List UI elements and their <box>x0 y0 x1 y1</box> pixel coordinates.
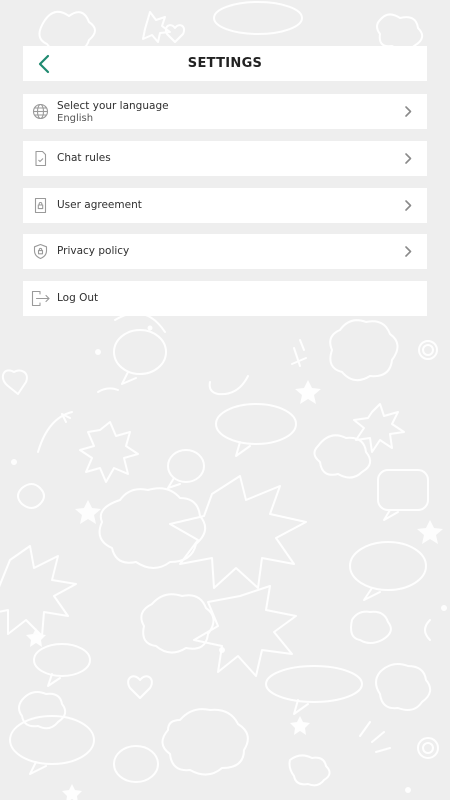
chevron-right-icon <box>405 106 412 117</box>
user-agreement-label: User agreement <box>57 199 142 211</box>
chevron-left-icon <box>38 54 50 73</box>
language-setting-value: English <box>57 113 94 124</box>
document-check-icon <box>32 150 49 167</box>
document-lock-icon <box>32 197 49 214</box>
language-setting-label: Select your language <box>57 100 169 112</box>
chevron-right-icon <box>405 246 412 257</box>
globe-icon <box>32 103 49 120</box>
log-out-item[interactable]: Log Out <box>23 281 427 316</box>
logout-icon <box>31 290 51 307</box>
chevron-right-icon <box>405 153 412 164</box>
user-agreement-item[interactable]: User agreement <box>23 188 427 223</box>
header-bar: SETTINGS <box>23 46 427 81</box>
privacy-policy-label: Privacy policy <box>57 245 130 257</box>
chat-rules-label: Chat rules <box>57 152 111 164</box>
privacy-policy-item[interactable]: Privacy policy <box>23 234 427 269</box>
chat-rules-item[interactable]: Chat rules <box>23 141 427 176</box>
language-setting-item[interactable]: Select your language English <box>23 94 427 129</box>
chevron-right-icon <box>405 200 412 211</box>
back-button[interactable] <box>31 50 57 77</box>
page-title: SETTINGS <box>187 56 263 71</box>
shield-lock-icon <box>32 243 49 260</box>
log-out-label: Log Out <box>57 292 99 304</box>
